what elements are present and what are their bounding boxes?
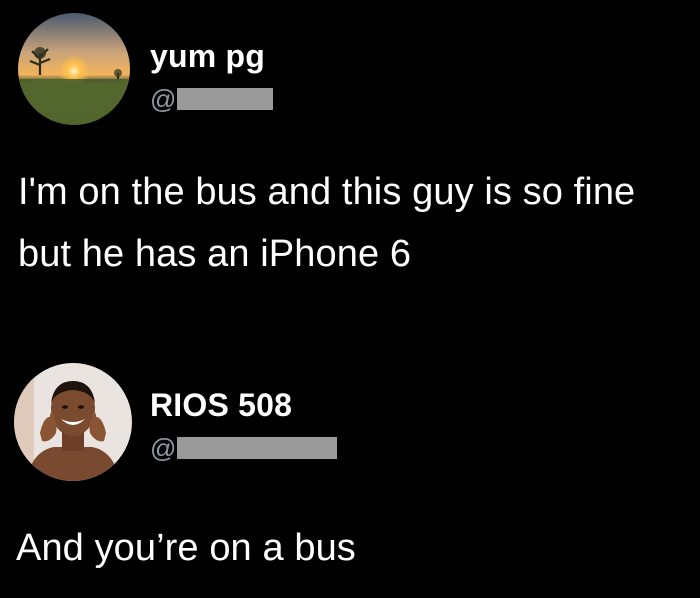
tweet-text: And you’re on a bus — [16, 527, 356, 569]
handle-redaction-bar — [177, 437, 338, 459]
sunset-landscape-avatar-icon — [18, 13, 130, 125]
handle-redaction-bar — [177, 88, 274, 110]
tweet[interactable]: yum pg @ I'm on the bus and this guy is … — [0, 0, 700, 330]
user-handle[interactable]: @ — [150, 431, 338, 465]
user-handle[interactable]: @ — [150, 82, 274, 116]
avatar[interactable] — [18, 13, 130, 125]
smiling-man-avatar-icon — [14, 363, 132, 481]
display-name[interactable]: RIOS 508 — [150, 387, 292, 424]
tweet[interactable]: RIOS 508 @ And you’re on a bus — [0, 345, 700, 598]
tweet-text: I'm on the bus and this guy is so fine b… — [18, 171, 636, 275]
handle-prefix: @ — [150, 433, 177, 463]
avatar[interactable] — [14, 363, 132, 481]
handle-prefix: @ — [150, 84, 177, 114]
display-name[interactable]: yum pg — [150, 38, 265, 75]
